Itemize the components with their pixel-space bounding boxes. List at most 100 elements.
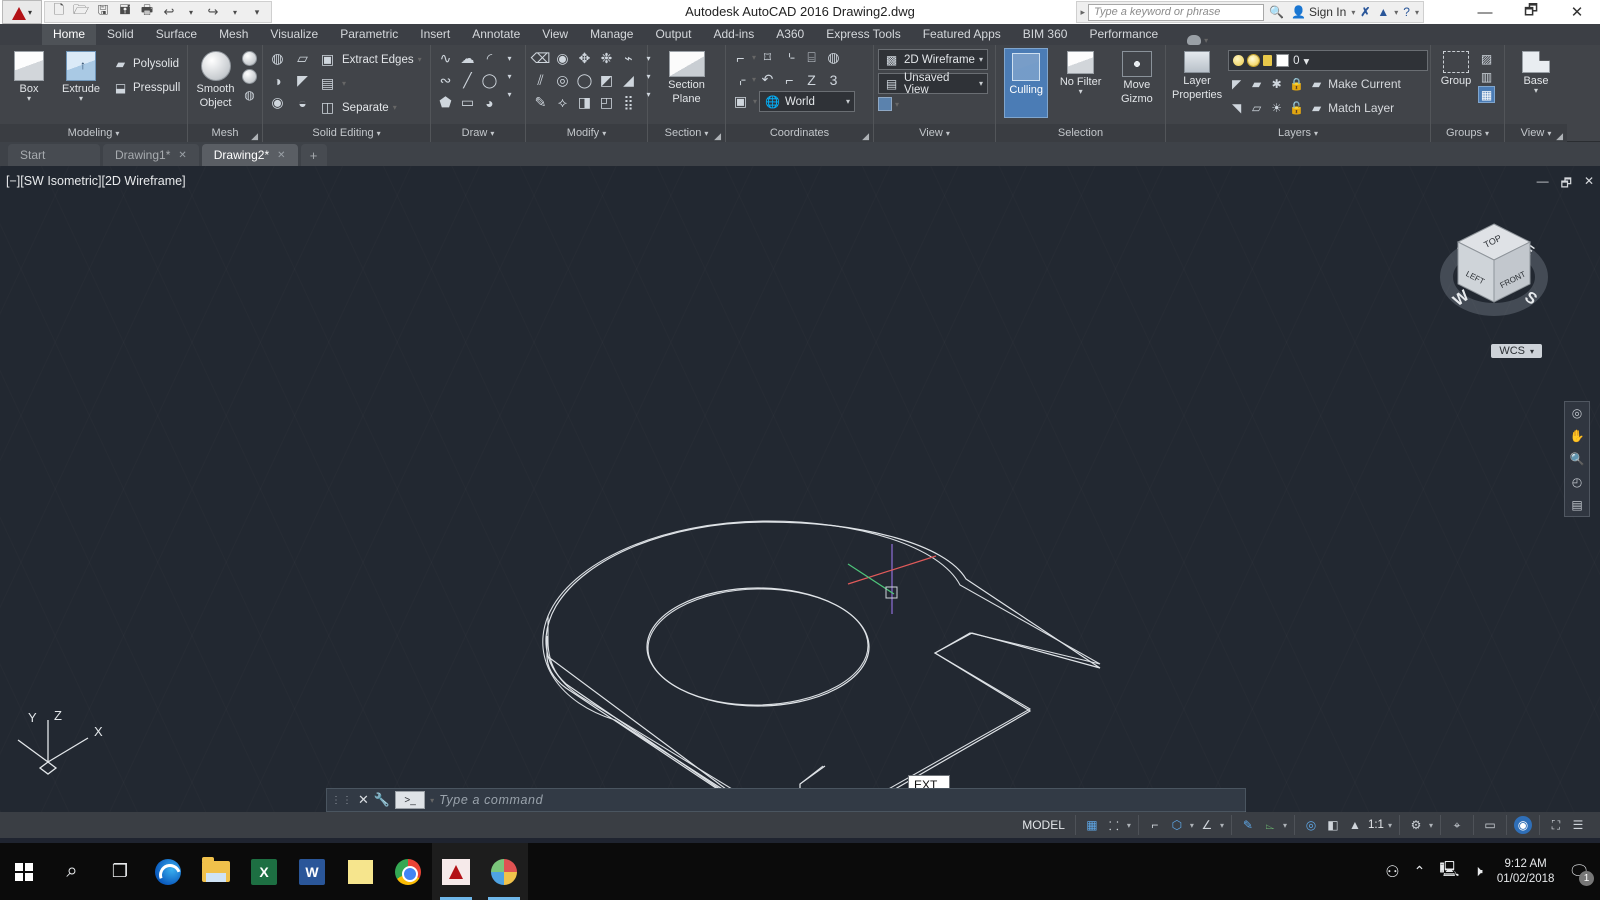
panel-title-section[interactable]: Section ▾ ◢ bbox=[648, 124, 725, 142]
layer-color-icon[interactable] bbox=[1276, 54, 1290, 67]
steering-wheel-icon[interactable]: ◎ bbox=[1572, 406, 1582, 420]
annotation-scale-value[interactable]: 1:1 bbox=[1368, 819, 1384, 831]
pan-icon[interactable]: ✋ bbox=[1570, 429, 1585, 443]
polygon-icon[interactable]: ⬟ bbox=[435, 92, 456, 113]
network-icon[interactable]: 🖳 bbox=[1439, 859, 1459, 884]
action-center-icon[interactable]: 🗨 1 bbox=[1568, 862, 1594, 886]
group-button[interactable]: Group bbox=[1437, 48, 1475, 87]
tab-visualize[interactable]: Visualize bbox=[259, 24, 329, 45]
3d-scale-icon[interactable]: ⟡ bbox=[552, 92, 573, 113]
infocenter-expand-icon[interactable]: ▸ bbox=[1081, 7, 1086, 18]
no-filter-button[interactable]: No Filter ▾ bbox=[1056, 48, 1104, 96]
panel-title-draw[interactable]: Draw ▾ bbox=[431, 124, 525, 142]
subtract-icon[interactable]: ◑ bbox=[267, 70, 288, 91]
spline-icon[interactable]: ∾ bbox=[435, 70, 456, 91]
tab-featured-apps[interactable]: Featured Apps bbox=[912, 24, 1012, 45]
volume-icon[interactable]: 🕨 bbox=[1473, 863, 1482, 880]
make-current-icon[interactable]: ▰ bbox=[1308, 76, 1325, 93]
group-edit-icon[interactable]: ▥ bbox=[1478, 68, 1495, 85]
annotation-visibility-toggle[interactable]: ▲ bbox=[1346, 816, 1364, 834]
tab-home[interactable]: Home bbox=[42, 24, 97, 45]
3d-rotate-alt-icon[interactable]: ◯ bbox=[574, 70, 595, 91]
taper-faces-icon[interactable]: ◤ bbox=[292, 70, 313, 91]
rectangle-icon[interactable]: ▭ bbox=[457, 92, 478, 113]
file-tab-drawing1[interactable]: Drawing1* ✕ bbox=[103, 144, 199, 166]
layer-freeze-obj-icon[interactable]: ▰ bbox=[1248, 76, 1265, 93]
ucs-display-dropdown-icon[interactable]: ▾ bbox=[753, 97, 757, 106]
grid-display-toggle[interactable]: ▦ bbox=[1083, 816, 1101, 834]
arc-dropdown-icon[interactable]: ▾ bbox=[501, 50, 518, 67]
dynamic-input-toggle[interactable]: ✎ bbox=[1239, 816, 1257, 834]
panel-title-view[interactable]: View ▾ bbox=[874, 124, 995, 142]
ucs-dropdown-icon[interactable]: ▾ bbox=[752, 53, 756, 62]
layer-thaw-icon[interactable]: ▱ bbox=[1248, 100, 1265, 117]
separate-button[interactable]: ◫ Separate ▾ bbox=[317, 96, 422, 119]
chrome-button[interactable] bbox=[384, 843, 432, 900]
layer-unisolate-icon[interactable]: ◥ bbox=[1228, 100, 1245, 117]
smooth-less-icon[interactable] bbox=[241, 68, 258, 85]
tab-express-tools[interactable]: Express Tools bbox=[815, 24, 911, 45]
ucs-combo[interactable]: 🌐 World ▾ bbox=[759, 91, 856, 112]
ucs-object-icon[interactable]: ◍ bbox=[823, 47, 844, 68]
redo-icon[interactable]: ↪ bbox=[203, 3, 223, 22]
tab-annotate[interactable]: Annotate bbox=[461, 24, 531, 45]
ortho-mode-toggle[interactable]: ⌐ bbox=[1146, 816, 1164, 834]
ucs-display-icon[interactable]: ▣ bbox=[730, 91, 751, 112]
start-button[interactable] bbox=[0, 843, 48, 900]
3d-array-icon[interactable]: ❉ bbox=[596, 48, 617, 69]
revision-cloud-icon[interactable]: ☁ bbox=[457, 48, 478, 69]
ucs-icon[interactable]: ⌐ bbox=[730, 47, 751, 68]
chevron-down-icon[interactable]: ▾ bbox=[79, 95, 83, 103]
layer-freeze-icon[interactable] bbox=[1248, 55, 1260, 66]
chevron-down-icon[interactable]: ▾ bbox=[946, 129, 950, 138]
fullscreen-icon[interactable]: ⛶ bbox=[1547, 816, 1565, 834]
layer-off-icon[interactable]: ✱ bbox=[1268, 76, 1285, 93]
chevron-down-icon[interactable]: ▾ bbox=[979, 55, 983, 64]
named-view-combo[interactable]: ▤ Unsaved View ▾ bbox=[878, 72, 988, 96]
layer-combo[interactable]: 0 ▾ bbox=[1228, 50, 1429, 71]
match-layer-icon[interactable]: ▰ bbox=[1308, 100, 1325, 117]
hatch-icon[interactable]: ◕ bbox=[479, 92, 500, 113]
polysolid-button[interactable]: ▰ Polysolid bbox=[112, 52, 180, 75]
panel-title-view-base[interactable]: View ▾ ◢ bbox=[1505, 124, 1567, 142]
paint-button[interactable] bbox=[480, 843, 528, 900]
save-icon[interactable]: 🖫 bbox=[93, 2, 113, 22]
show-hidden-icons-icon[interactable]: ⌃ bbox=[1414, 863, 1426, 880]
trim-icon[interactable]: ◩ bbox=[596, 70, 617, 91]
hardware-acceleration-icon[interactable]: ⌖ bbox=[1448, 816, 1466, 834]
zoom-icon[interactable]: 🔍 bbox=[1570, 452, 1585, 466]
help-dropdown-icon[interactable]: ▾ bbox=[1415, 8, 1419, 17]
layer-on-icon[interactable] bbox=[1233, 55, 1245, 66]
chevron-down-icon[interactable]: ▾ bbox=[1204, 36, 1208, 45]
dynamic-ucs-toggle[interactable]: ⌳ bbox=[1261, 816, 1279, 834]
panel-title-layers[interactable]: Layers ▾ bbox=[1166, 124, 1430, 142]
wcs-selector[interactable]: WCS ▾ bbox=[1491, 344, 1542, 358]
panel-title-mesh[interactable]: Mesh ◢ bbox=[188, 124, 262, 142]
new-file-tab-button[interactable]: + bbox=[300, 144, 327, 166]
3d-move-icon[interactable]: ✥ bbox=[574, 48, 595, 69]
view-cube-shape[interactable]: TOP LEFT FRONT bbox=[1434, 210, 1554, 330]
circle-dropdown-icon[interactable]: ▾ bbox=[501, 68, 518, 85]
task-view-button[interactable]: ❐ bbox=[96, 843, 144, 900]
polyline-icon[interactable]: ∿ bbox=[435, 48, 456, 69]
ucs-origin-icon[interactable]: ⌐ bbox=[779, 69, 800, 90]
smooth-more-icon[interactable] bbox=[241, 50, 258, 67]
move-gizmo-button[interactable]: Move Gizmo bbox=[1113, 48, 1161, 105]
tab-insert[interactable]: Insert bbox=[409, 24, 461, 45]
people-icon[interactable]: ⚇ bbox=[1385, 862, 1399, 882]
ucs-z-icon[interactable]: Z bbox=[801, 69, 822, 90]
maximize-button[interactable]: 🗗 bbox=[1508, 0, 1554, 24]
chevron-down-icon[interactable]: ▾ bbox=[418, 55, 422, 64]
chevron-down-icon[interactable]: ▾ bbox=[1547, 129, 1551, 138]
tab-mesh[interactable]: Mesh bbox=[208, 24, 259, 45]
viewport-configuration-icon[interactable] bbox=[878, 97, 892, 111]
tab-a360[interactable]: A360 bbox=[765, 24, 815, 45]
refine-mesh-icon[interactable]: ◍ bbox=[241, 86, 258, 103]
extract-edges-button[interactable]: ▣ Extract Edges ▾ bbox=[317, 48, 422, 71]
3d-mirror-icon[interactable]: ◨ bbox=[574, 92, 595, 113]
selection-cycling-toggle[interactable]: ◉ bbox=[1514, 816, 1532, 834]
fillet-icon[interactable]: ◰ bbox=[596, 92, 617, 113]
panel-title-coordinates[interactable]: Coordinates ◢ bbox=[726, 124, 873, 142]
sign-in-dropdown-icon[interactable]: ▾ bbox=[1351, 8, 1355, 17]
customize-icon[interactable]: 🔧 bbox=[374, 792, 390, 808]
